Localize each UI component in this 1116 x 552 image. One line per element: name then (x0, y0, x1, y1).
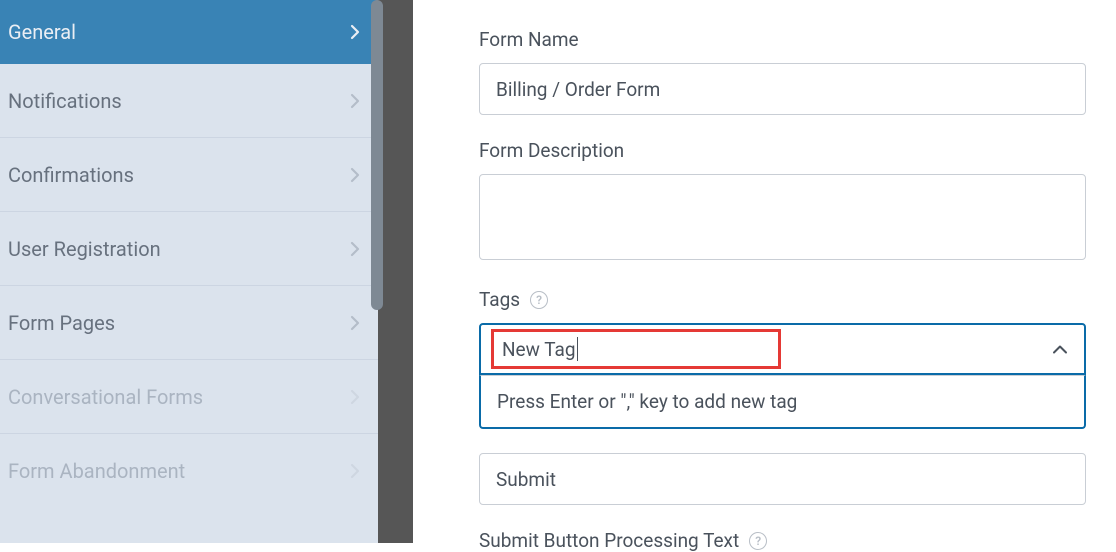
tags-group: Tags ? New Tag Press Enter or "," key to… (479, 288, 1086, 429)
chevron-right-icon (350, 315, 360, 331)
form-description-label: Form Description (479, 139, 1086, 162)
sidebar-item-label: General (8, 20, 76, 44)
chevron-right-icon (350, 241, 360, 257)
help-icon[interactable]: ? (749, 532, 767, 550)
settings-sidebar: General Notifications Confirmations User… (0, 0, 378, 543)
form-name-group: Form Name (479, 28, 1086, 115)
submit-processing-label: Submit Button Processing Text (479, 529, 739, 552)
tags-combobox[interactable]: New Tag Press Enter or "," key to add ne… (479, 323, 1086, 429)
tags-input-highlight: New Tag (491, 329, 781, 369)
chevron-right-icon (350, 93, 360, 109)
tags-label-row: Tags ? (479, 288, 1086, 311)
sidebar-item-user-registration[interactable]: User Registration (0, 212, 378, 286)
form-description-input[interactable] (479, 174, 1086, 260)
tags-input-value: New Tag (502, 338, 576, 361)
chevron-right-icon (350, 167, 360, 183)
form-name-input[interactable] (479, 63, 1086, 115)
sidebar-item-notifications[interactable]: Notifications (0, 64, 378, 138)
panel-divider-shadow (378, 0, 413, 543)
chevron-up-icon[interactable] (1052, 340, 1068, 359)
chevron-right-icon (350, 389, 360, 405)
form-name-label: Form Name (479, 28, 1086, 51)
sidebar-item-label: Confirmations (8, 163, 134, 187)
sidebar-item-label: Conversational Forms (8, 385, 203, 409)
submit-button-text-group (479, 453, 1086, 505)
chevron-right-icon (350, 24, 360, 40)
sidebar-item-label: User Registration (8, 237, 161, 261)
sidebar-item-label: Form Pages (8, 311, 115, 335)
tags-input-box[interactable]: New Tag (479, 323, 1086, 375)
sidebar-item-label: Notifications (8, 89, 122, 113)
sidebar-item-form-abandonment[interactable]: Form Abandonment (0, 434, 378, 508)
form-description-group: Form Description (479, 139, 1086, 264)
text-caret (577, 337, 578, 361)
sidebar-scrollbar-thumb[interactable] (371, 0, 383, 310)
main-panel: Form Name Form Description Tags ? New Ta… (413, 0, 1116, 543)
sidebar-item-confirmations[interactable]: Confirmations (0, 138, 378, 212)
sidebar-item-form-pages[interactable]: Form Pages (0, 286, 378, 360)
chevron-right-icon (350, 463, 360, 479)
sidebar-item-label: Form Abandonment (8, 459, 185, 483)
tags-label: Tags (479, 288, 520, 311)
submit-processing-label-row: Submit Button Processing Text ? (479, 529, 1086, 552)
help-icon[interactable]: ? (530, 291, 548, 309)
sidebar-item-general[interactable]: General (0, 0, 378, 64)
tags-dropdown-hint: Press Enter or "," key to add new tag (479, 375, 1086, 429)
submit-button-text-input[interactable] (479, 453, 1086, 505)
sidebar-item-conversational-forms[interactable]: Conversational Forms (0, 360, 378, 434)
